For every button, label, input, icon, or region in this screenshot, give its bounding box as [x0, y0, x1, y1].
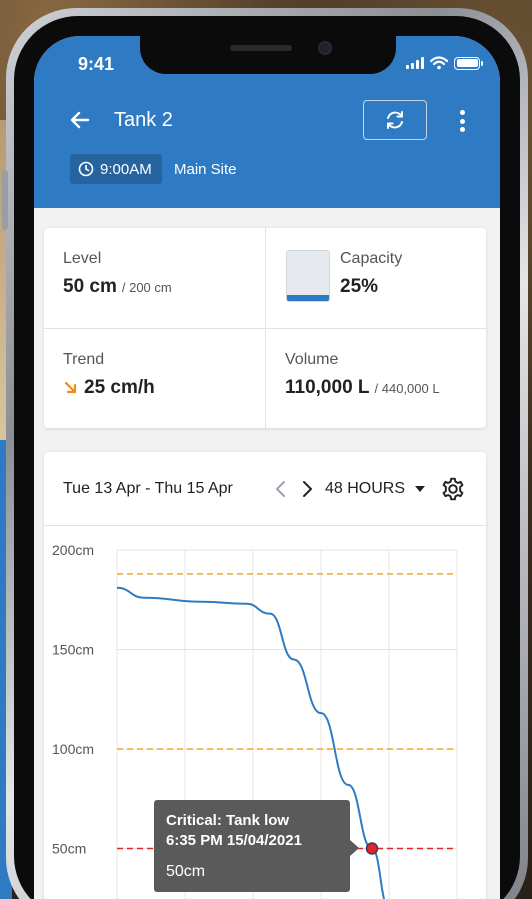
camera [318, 41, 332, 55]
chevron-left-icon[interactable] [274, 480, 288, 498]
volume-cell: Volume 110,000 L / 440,000 L [265, 328, 486, 428]
volume-label: Volume [285, 351, 339, 368]
stats-card: Level 50 cm / 200 cm Capacity 25% Trend [44, 228, 486, 428]
gear-icon[interactable] [440, 476, 466, 502]
trend-value-row: 25 cm/h [63, 377, 246, 399]
refresh-icon [387, 111, 403, 129]
volume-value-row: 110,000 L / 440,000 L [285, 377, 467, 399]
level-max: / 200 cm [121, 280, 172, 295]
trend-cell: Trend 25 cm/h [44, 328, 265, 428]
volume-button [2, 170, 8, 230]
level-cell: Level 50 cm / 200 cm [44, 228, 265, 328]
trend-down-arrow-icon [64, 381, 77, 394]
site-label: Main Site [174, 161, 237, 178]
date-range: Tue 13 Apr - Thu 15 Apr [63, 480, 233, 497]
notch [140, 36, 396, 74]
capacity-value-row: 25% [340, 276, 402, 298]
tooltip-timestamp: 6:35 PM 15/04/2021 [166, 832, 302, 849]
app-header: 9:41 Tank 2 9:00AM Main Site [34, 36, 500, 208]
refresh-button[interactable] [363, 100, 427, 140]
chevron-right-icon[interactable] [300, 480, 314, 498]
status-time: 9:41 [78, 54, 115, 74]
page-title: Tank 2 [114, 109, 173, 131]
level-value: 50 cm [63, 276, 117, 297]
highlight-point [365, 842, 379, 855]
time-chip: 9:00AM [70, 154, 162, 184]
volume-value: 110,000 L [285, 377, 370, 398]
more-menu-button[interactable] [452, 108, 472, 134]
capacity-label: Capacity [340, 250, 403, 267]
level-value-row: 50 cm / 200 cm [63, 276, 246, 298]
caret-down-icon [415, 486, 426, 492]
phone-screen: 9:41 Tank 2 9:00AM Main Site Level 50 cm… [34, 36, 500, 899]
level-label: Level [63, 250, 102, 267]
y-tick-label: 200cm [52, 542, 94, 558]
alert-tooltip: Critical: Tank low 6:35 PM 15/04/2021 50… [154, 800, 359, 892]
back-arrow-icon[interactable] [68, 108, 92, 132]
y-tick-label: 100cm [52, 741, 94, 757]
tank-level-fill [287, 295, 329, 301]
capacity-text: Capacity 25% [340, 250, 402, 298]
volume-max: / 440,000 L [374, 381, 440, 396]
trend-label: Trend [63, 351, 105, 368]
chart-toolbar: Tue 13 Apr - Thu 15 Apr 48 HOURS [44, 452, 486, 526]
time-chip-label: 9:00AM [100, 160, 152, 178]
clock-icon [78, 161, 94, 177]
status-icons [406, 56, 483, 70]
capacity-cell: Capacity 25% [265, 228, 486, 328]
chart-card: Tue 13 Apr - Thu 15 Apr 48 HOURS 200cm 15… [44, 452, 486, 899]
tooltip-value: 50cm [166, 863, 206, 880]
tooltip-title: Critical: Tank low [166, 812, 290, 829]
capacity-value: 25% [340, 276, 379, 297]
signal-icon [406, 57, 424, 69]
hours-dropdown[interactable]: 48 HOURS [325, 480, 426, 498]
speaker [230, 45, 292, 51]
tank-level-icon [286, 250, 330, 302]
trend-value: 25 cm/h [84, 377, 155, 398]
y-tick-label: 50cm [52, 841, 86, 857]
battery-icon [454, 56, 483, 70]
hours-label: 48 HOURS [325, 480, 406, 497]
y-tick-label: 150cm [52, 642, 94, 658]
wifi-icon [430, 56, 448, 70]
